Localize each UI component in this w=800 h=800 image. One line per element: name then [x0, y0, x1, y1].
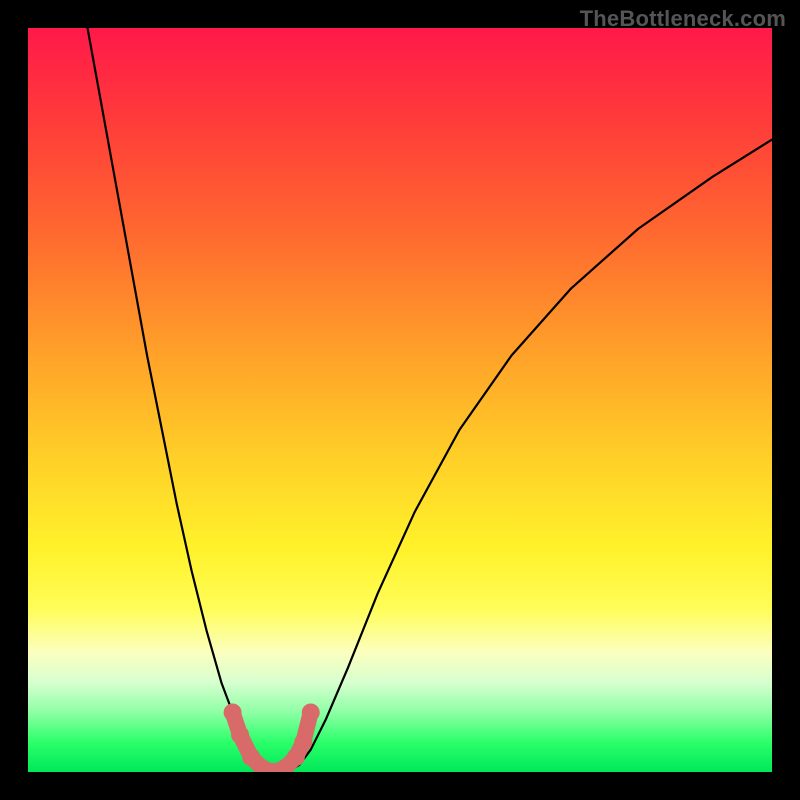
emphasis-dots: [224, 703, 320, 772]
emphasis-dot: [294, 733, 312, 751]
chart-frame: TheBottleneck.com: [0, 0, 800, 800]
curve-svg: [28, 28, 772, 772]
curve-right-branch: [300, 140, 772, 765]
curve-left-branch: [88, 28, 255, 765]
emphasis-dot: [231, 726, 249, 744]
plot-area: [28, 28, 772, 772]
emphasis-dot: [302, 703, 320, 721]
emphasis-dot: [224, 703, 242, 721]
